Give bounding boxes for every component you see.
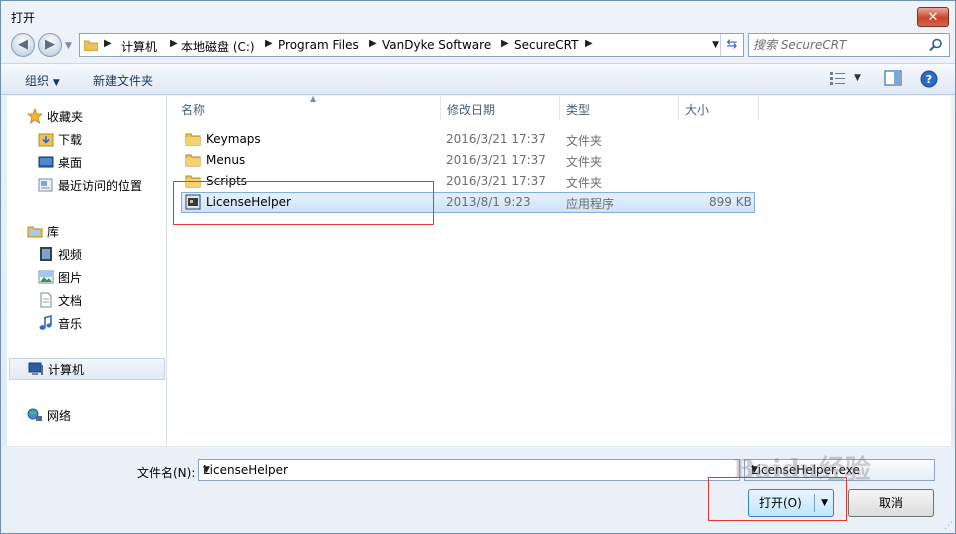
close-button[interactable]: ✕: [917, 7, 949, 27]
nav-label: 网络: [47, 409, 72, 423]
breadcrumb-separator[interactable]: ▶: [170, 38, 178, 49]
column-label: 类型: [566, 103, 591, 117]
nav-label: 库: [47, 225, 60, 239]
file-date: 2013/8/1 9:23: [446, 195, 531, 209]
desktop-icon: [38, 156, 54, 168]
folder-icon: [185, 154, 201, 167]
libraries-icon: [27, 226, 43, 238]
column-header-size[interactable]: 大小: [679, 96, 759, 120]
forward-arrow-icon: ▶: [45, 37, 55, 52]
breadcrumb-vandyke-software[interactable]: VanDyke Software: [382, 38, 491, 52]
chevron-down-icon: ▼: [52, 78, 60, 88]
network-icon: [27, 408, 42, 421]
breadcrumb-drive-c[interactable]: 本地磁盘 (C:): [181, 38, 255, 55]
organize-label: 组织: [25, 74, 50, 88]
organize-button[interactable]: 组织 ▼: [25, 72, 60, 89]
title-bar: 打开 ✕: [1, 1, 955, 31]
back-button[interactable]: ◀: [11, 33, 35, 57]
file-date: 2016/3/21 17:37: [446, 174, 546, 188]
column-label: 修改日期: [447, 103, 496, 117]
breadcrumb-separator[interactable]: ▶: [104, 38, 112, 49]
video-icon: [40, 247, 52, 261]
resize-grip-icon[interactable]: ⋰: [944, 521, 953, 531]
star-icon: [27, 108, 43, 124]
window-title: 打开: [11, 11, 36, 25]
column-header-date[interactable]: 修改日期: [441, 96, 560, 120]
breadcrumb-computer[interactable]: 计算机: [121, 38, 157, 55]
svg-text:?: ?: [926, 73, 932, 86]
nav-label: 视频: [58, 248, 83, 262]
nav-label: 桌面: [58, 156, 83, 170]
view-options-icon[interactable]: [829, 70, 847, 86]
recent-pages-dropdown[interactable]: ▼: [65, 41, 72, 51]
command-bar: 组织 ▼ 新建文件夹 ▼ ?: [1, 63, 955, 95]
file-type: 应用程序: [566, 197, 615, 211]
breadcrumb-separator[interactable]: ▶: [585, 38, 593, 49]
column-label: 名称: [181, 103, 206, 117]
address-bar[interactable]: ▶ 计算机 ▶ 本地磁盘 (C:) ▶ Program Files ▶ VanD…: [79, 33, 744, 57]
file-type: 文件夹: [566, 176, 603, 190]
file-date: 2016/3/21 17:37: [446, 132, 546, 146]
filename-input[interactable]: LicenseHelper ▼: [198, 459, 740, 481]
watermark-logo: Baidu经验: [733, 455, 871, 485]
refresh-icon: ⇆: [726, 37, 738, 52]
file-list: 名称 ▲ 修改日期 类型 大小 Keymaps 2016/3/21 17:37 文…: [167, 94, 951, 446]
breadcrumb-separator[interactable]: ▶: [501, 38, 509, 49]
file-date: 2016/3/21 17:37: [446, 153, 546, 167]
pictures-icon: [38, 270, 54, 284]
cancel-button[interactable]: 取消: [848, 489, 934, 517]
help-icon[interactable]: ?: [920, 70, 938, 88]
breadcrumb-program-files[interactable]: Program Files: [278, 38, 359, 52]
column-header-type[interactable]: 类型: [560, 96, 679, 120]
address-dropdown-icon[interactable]: ▼: [712, 40, 719, 50]
refresh-button[interactable]: ⇆: [720, 34, 743, 56]
music-icon: [39, 315, 52, 330]
nav-label: 最近访问的位置: [58, 179, 143, 193]
new-folder-button[interactable]: 新建文件夹: [93, 72, 153, 89]
downloads-folder-icon: [38, 133, 54, 147]
view-dropdown-icon[interactable]: ▼: [854, 73, 861, 83]
search-input[interactable]: [753, 36, 923, 54]
column-label: 大小: [685, 103, 710, 117]
nav-label: 音乐: [58, 317, 83, 331]
breadcrumb-securecrt[interactable]: SecureCRT: [514, 38, 578, 52]
search-box[interactable]: [748, 33, 950, 57]
navigation-pane: 收藏夹 下载 桌面 最近访问的位置 库 视频 图片 文档 音乐 计算机 网络: [7, 96, 167, 446]
search-icon[interactable]: [929, 38, 943, 52]
nav-computer[interactable]: 计算机: [9, 358, 165, 380]
folder-icon: [84, 40, 98, 51]
navigation-row: ◀ ▶ ▼ ▶ 计算机 ▶ 本地磁盘 (C:) ▶ Program Files …: [1, 31, 955, 59]
file-type: 文件夹: [566, 155, 603, 169]
nav-label: 文档: [58, 294, 83, 308]
file-row-keymaps[interactable]: Keymaps 2016/3/21 17:37 文件夹: [181, 129, 755, 150]
folder-icon: [185, 133, 201, 146]
nav-label: 图片: [58, 271, 83, 285]
recent-places-icon: [38, 178, 53, 192]
column-header-name[interactable]: 名称 ▲: [175, 94, 441, 120]
filename-label: 文件名(N):: [137, 466, 196, 480]
documents-icon: [40, 292, 52, 308]
open-file-dialog: 打开 ✕ ◀ ▶ ▼ ▶ 计算机 ▶ 本地磁盘 (C:) ▶ Program F…: [0, 0, 956, 534]
nav-label: 收藏夹: [47, 110, 84, 124]
file-name: Menus: [206, 153, 246, 167]
highlight-box-file: [173, 181, 434, 225]
computer-icon: [28, 362, 43, 375]
file-size: 899 KB: [709, 195, 752, 209]
file-name: Keymaps: [206, 132, 261, 146]
breadcrumb-separator[interactable]: ▶: [265, 38, 273, 49]
file-row-menus[interactable]: Menus 2016/3/21 17:37 文件夹: [181, 150, 755, 171]
sort-ascending-icon: ▲: [310, 94, 317, 103]
chevron-down-icon[interactable]: ▼: [203, 465, 733, 475]
file-type: 文件夹: [566, 134, 603, 148]
nav-label: 计算机: [48, 363, 85, 377]
forward-button[interactable]: ▶: [38, 33, 62, 57]
nav-label: 下载: [58, 133, 83, 147]
back-arrow-icon: ◀: [18, 37, 28, 52]
breadcrumb-separator[interactable]: ▶: [369, 38, 377, 49]
preview-pane-icon[interactable]: [884, 70, 902, 86]
